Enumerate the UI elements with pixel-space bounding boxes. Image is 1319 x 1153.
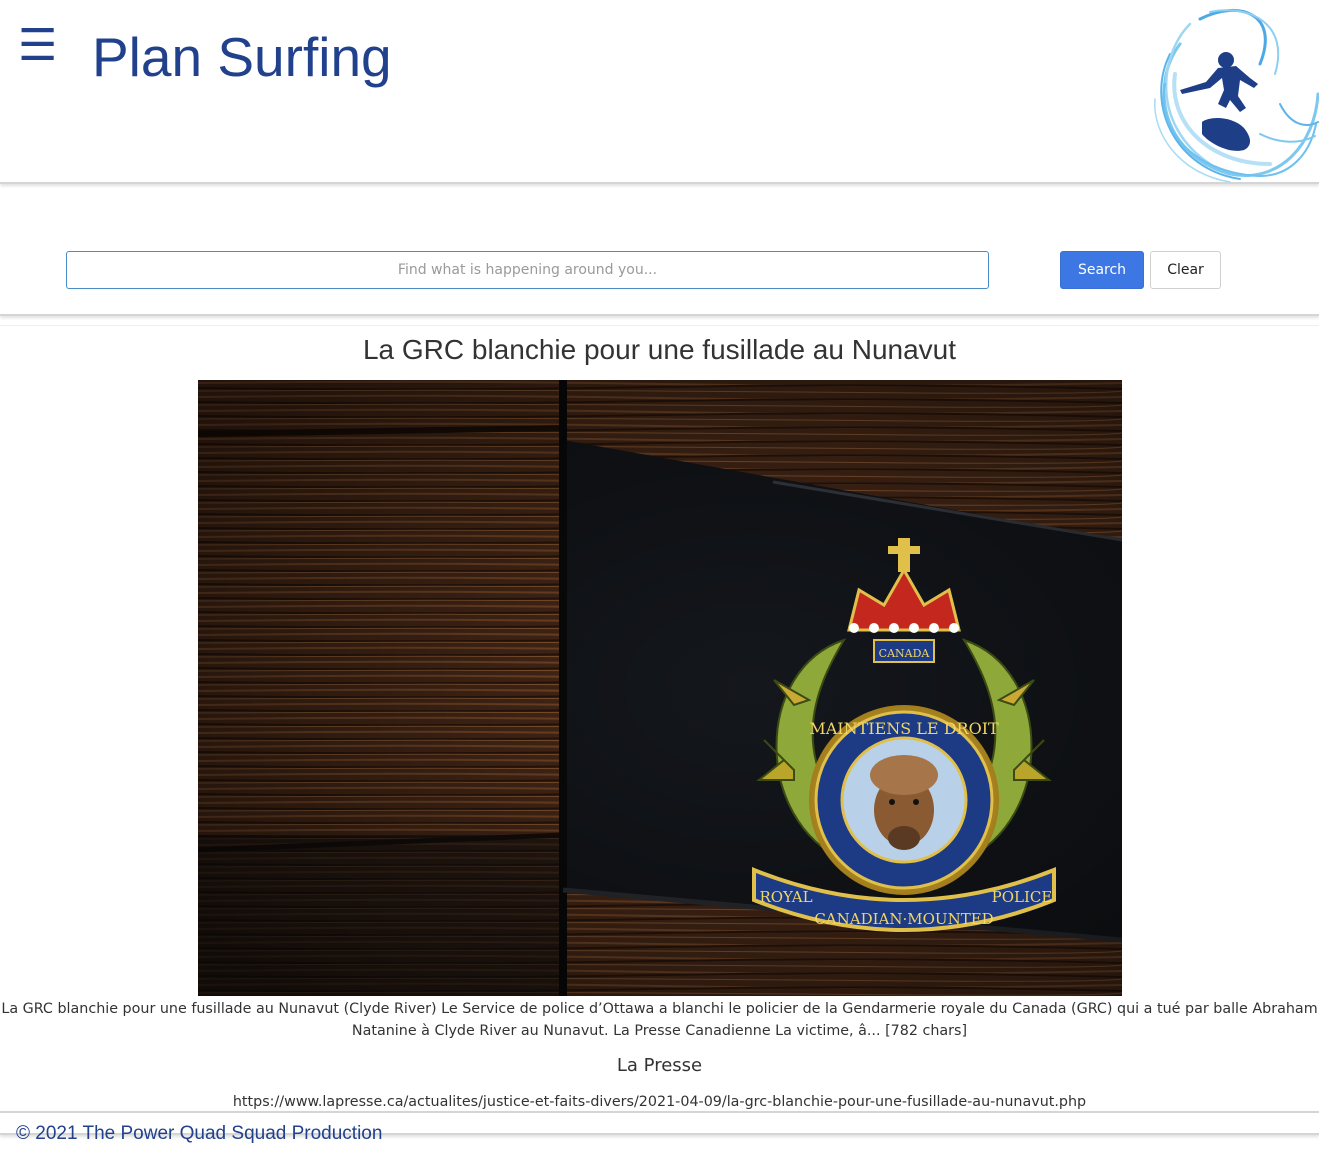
hamburger-menu-icon[interactable]: ☰: [18, 24, 57, 68]
crest-banner-royal: ROYAL: [759, 888, 812, 906]
article-title[interactable]: La GRC blanchie pour une fusillade au Nu…: [0, 326, 1319, 374]
site-title[interactable]: Plan Surfing: [92, 26, 392, 88]
crest-motto: MAINTIENS LE DROIT: [809, 719, 999, 738]
crest-banner-police: POLICE: [992, 888, 1053, 906]
search-button[interactable]: Search: [1060, 251, 1144, 289]
site-header: ☰ Plan Surfing: [0, 0, 1319, 184]
search-input[interactable]: [66, 251, 989, 289]
clear-button[interactable]: Clear: [1150, 251, 1221, 289]
crest-banner-canadian-mounted: CANADIAN·MOUNTED: [814, 910, 993, 928]
rcmp-crest-photo[interactable]: MAINTIENS LE DROIT CANADA ROYAL CANADIAN…: [198, 380, 1122, 996]
site-footer: © 2021 The Power Quad Squad Production: [0, 1111, 1319, 1144]
article-url-link[interactable]: https://www.lapresse.ca/actualites/justi…: [0, 1092, 1319, 1112]
crest-canada-label: CANADA: [879, 647, 931, 660]
article-summary: La GRC blanchie pour une fusillade au Nu…: [1, 1001, 1318, 1039]
article-source: La Presse: [616, 1055, 703, 1076]
search-bar: Search Clear: [0, 186, 1319, 316]
article-card: La GRC blanchie pour une fusillade au Nu…: [0, 325, 1319, 1110]
footer-copyright: © 2021 The Power Quad Squad Production: [16, 1123, 383, 1144]
surfer-wave-logo[interactable]: [1140, 4, 1319, 184]
